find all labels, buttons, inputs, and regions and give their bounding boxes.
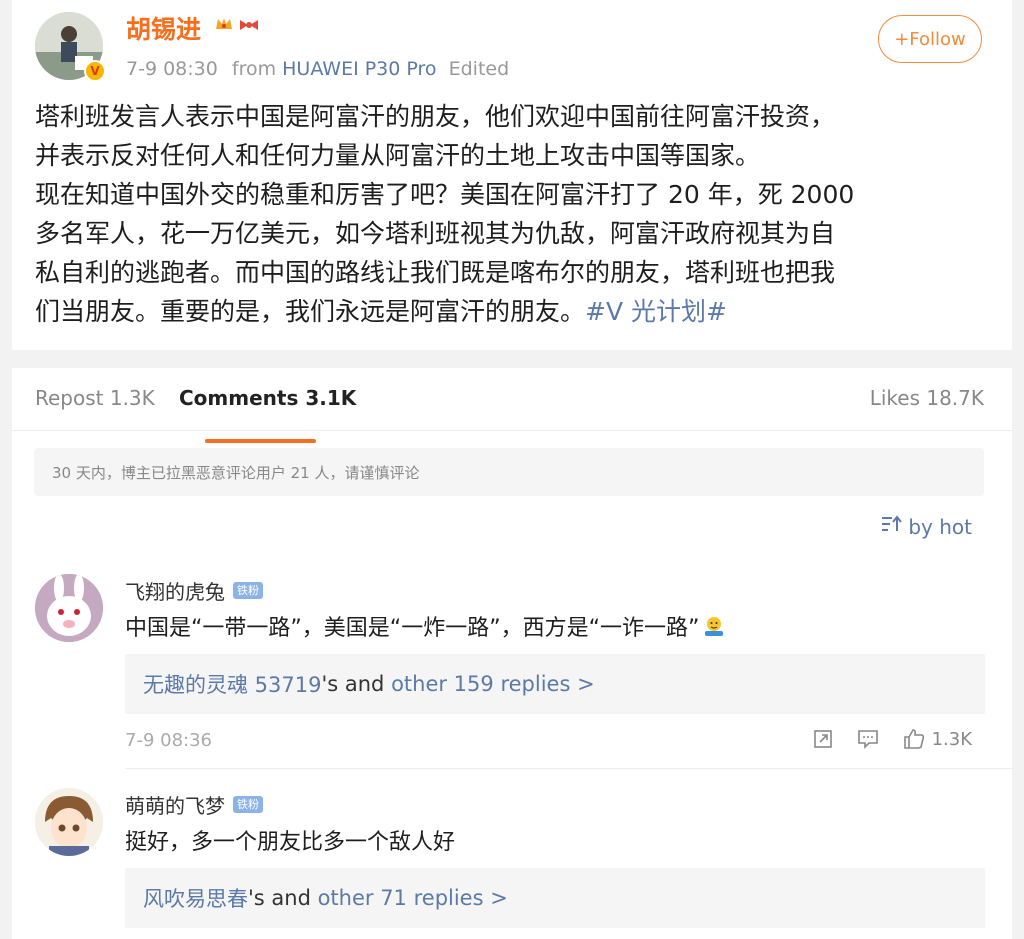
more-replies-link[interactable]: other 71 replies > [318, 886, 508, 910]
post-line-text: 们当朋友。重要的是，我们永远是阿富汗的朋友。 [35, 297, 586, 326]
hashtag-link[interactable]: #V 光计划# [585, 297, 727, 326]
post-line: 私自利的逃跑者。而中国的路线让我们既是喀布尔的朋友，塔利班也把我 [35, 258, 836, 287]
tab-repost[interactable]: Repost 1.3K [35, 386, 155, 410]
share-icon[interactable] [812, 728, 834, 750]
post-line: 现在知道中国外交的稳重和厉害了吧？美国在阿富汗打了 20 年，死 2000 [35, 180, 855, 209]
commenter-avatar[interactable] [35, 574, 103, 642]
comment-text: 挺好，多一个朋友比多一个敌人好 [125, 830, 456, 855]
sort-icon [880, 514, 903, 539]
more-replies-link[interactable]: other 159 replies > [391, 672, 595, 696]
reply-user[interactable]: 风吹易思春 [143, 883, 248, 913]
active-tab-indicator [205, 439, 316, 443]
commenter-name-text: 飞翔的虎兔 [125, 580, 225, 604]
commenter-name[interactable]: 萌萌的飞梦 铁粉 [125, 790, 263, 819]
tab-divider [12, 430, 1012, 431]
fan-badge: 铁粉 [233, 582, 263, 599]
from-label: from [231, 58, 277, 80]
like-button[interactable]: 1.3K [902, 728, 972, 750]
post-line: 们当朋友。重要的是，我们永远是阿富汗的朋友。#V 光计划# [35, 292, 987, 331]
sort-label: by hot [908, 514, 972, 539]
blocked-users-notice: 30 天内，博主已拉黑恶意评论用户 21 人，请谨慎评论 [34, 448, 984, 496]
ribbon-icon [238, 16, 260, 38]
post-line: 多名军人，花一万亿美元，如今塔利班视其为仇敌，阿富汗政府视其为自 [35, 219, 836, 248]
follow-button[interactable]: +Follow [878, 15, 982, 63]
edited-label[interactable]: Edited [449, 58, 510, 80]
tab-comments[interactable]: Comments 3.1K [179, 386, 356, 410]
commenter-name[interactable]: 飞翔的虎兔 铁粉 [125, 576, 263, 605]
commenter-name-text: 萌萌的飞梦 [125, 794, 225, 818]
comment-divider [125, 768, 1012, 769]
crown-icon [214, 14, 234, 38]
post-body: 塔利班发言人表示中国是阿富汗的朋友，他们欢迎中国前往阿富汗投资， 并表示反对任何… [35, 97, 987, 331]
sort-button[interactable]: by hot [880, 514, 972, 539]
replies-preview[interactable]: 风吹易思春 's and other 71 replies > [125, 868, 985, 928]
post-line: 塔利班发言人表示中国是阿富汗的朋友，他们欢迎中国前往阿富汗投资， [35, 102, 836, 131]
comment-actions: 1.3K [812, 728, 972, 750]
comment-text: 中国是“一带一路”，美国是“一炸一路”，西方是“一诈一路” [125, 610, 725, 643]
tab-bar: Repost 1.3K Comments 3.1K Likes 18.7K [12, 386, 1012, 443]
like-count: 1.3K [931, 728, 972, 750]
replies-preview[interactable]: 无趣的灵魂 53719 's and other 159 replies > [125, 654, 985, 714]
post-meta: 7-9 08:30 from HUAWEI P30 Pro Edited [126, 58, 509, 80]
comment-text-body: 中国是“一带一路”，美国是“一炸一路”，西方是“一诈一路” [125, 616, 700, 641]
commenter-avatar[interactable] [35, 788, 103, 856]
reply-user[interactable]: 无趣的灵魂 53719 [143, 669, 321, 699]
post-card: V 胡锡进 7-9 08:30 from HUAWEI P30 Pro Edit… [12, 0, 1012, 350]
fan-badge: 铁粉 [233, 796, 263, 813]
comments-card: Repost 1.3K Comments 3.1K Likes 18.7K 30… [12, 368, 1012, 939]
post-time: 7-9 08:30 [126, 58, 218, 80]
shrug-emoji-icon [703, 615, 725, 643]
tab-likes[interactable]: Likes 18.7K [870, 386, 984, 410]
comment-icon[interactable] [856, 728, 880, 750]
reply-connector: 's and [248, 886, 318, 910]
comment-time: 7-9 08:36 [125, 730, 212, 751]
author-name[interactable]: 胡锡进 [126, 10, 201, 46]
reply-connector: 's and [321, 672, 392, 696]
post-line: 并表示反对任何人和任何力量从阿富汗的土地上攻击中国等国家。 [35, 141, 761, 170]
verified-badge-icon: V [84, 60, 106, 82]
device-label[interactable]: HUAWEI P30 Pro [282, 58, 436, 80]
thumbs-up-icon [903, 729, 924, 749]
